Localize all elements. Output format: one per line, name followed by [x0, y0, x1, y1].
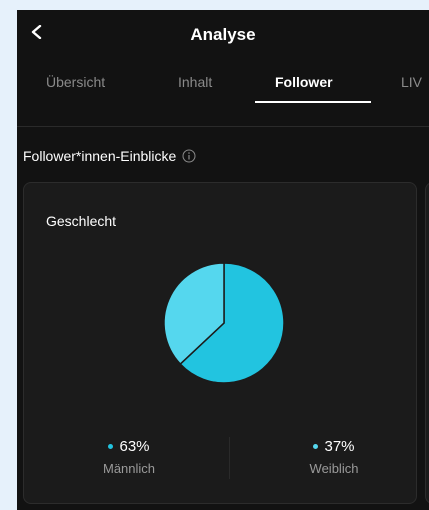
section-title: Follower*innen-Einblicke — [23, 148, 177, 164]
tab-follower[interactable]: Follower — [275, 74, 333, 90]
tab-uebersicht[interactable]: Übersicht — [46, 74, 105, 90]
legend-male: 63% Männlich — [49, 438, 209, 476]
analytics-screen: Analyse Übersicht Inhalt Follower LIV Fo… — [17, 10, 429, 510]
tab-bar: Übersicht Inhalt Follower LIV — [17, 68, 429, 114]
page-title: Analyse — [190, 25, 256, 44]
gender-pie-chart — [163, 262, 285, 384]
tab-inhalt[interactable]: Inhalt — [178, 74, 212, 90]
legend-dot — [108, 444, 114, 449]
section-heading: Follower*innen-Einblicke — [23, 148, 196, 164]
legend-separator — [229, 437, 230, 479]
gender-card: Geschlecht 63% Männlich 37% Weiblich — [23, 182, 417, 504]
active-tab-indicator — [255, 101, 371, 103]
info-icon[interactable] — [182, 149, 196, 163]
next-card[interactable] — [425, 182, 429, 504]
card-title: Geschlecht — [46, 213, 117, 229]
top-bar: Analyse — [17, 10, 429, 60]
tab-live[interactable]: LIV — [401, 74, 422, 90]
legend-female: 37% Weiblich — [254, 438, 414, 476]
legend-male-label: Männlich — [102, 461, 156, 476]
legend-female-label: Weiblich — [309, 461, 359, 476]
legend-male-value: 63% — [119, 438, 150, 455]
legend-female-value: 37% — [324, 438, 355, 455]
tab-divider — [17, 126, 429, 127]
legend-dot — [313, 444, 319, 449]
